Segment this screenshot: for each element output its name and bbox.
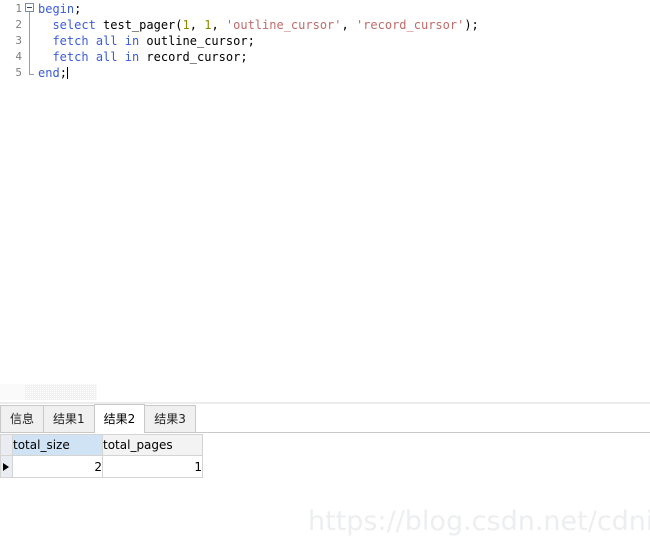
token-punc: , — [189, 18, 205, 32]
line-number: 4 — [15, 50, 22, 63]
token-punc — [38, 50, 52, 64]
code-text[interactable]: select test_pager(1, 1, 'outline_cursor'… — [38, 17, 479, 33]
fold-column[interactable] — [22, 17, 38, 33]
results-tabstrip[interactable]: 信息 结果1 结果2 结果3 — [0, 404, 650, 433]
grid-row[interactable]: 21 — [0, 455, 203, 478]
fold-guide-line — [29, 17, 30, 33]
token-punc — [38, 34, 52, 48]
token-num: 1 — [182, 18, 190, 32]
fold-column[interactable] — [22, 49, 38, 65]
result-tab[interactable]: 结果3 — [144, 405, 196, 432]
text-caret — [66, 67, 68, 79]
watermark-text: https://blog.csdn.net/cdnight — [308, 506, 650, 537]
fold-collapse-icon[interactable] — [25, 3, 34, 12]
grid-column-header[interactable]: total_pages — [102, 434, 203, 456]
token-punc: , — [341, 18, 356, 32]
code-text[interactable]: begin; — [38, 1, 81, 17]
fold-guide-line — [29, 49, 30, 65]
fold-guide-line — [29, 33, 30, 49]
result-tab[interactable]: 结果1 — [43, 405, 95, 432]
fold-guide-line — [29, 65, 30, 74]
line-number: 2 — [15, 18, 22, 31]
fold-column[interactable] — [22, 65, 38, 81]
grid-column-header[interactable]: total_size — [12, 434, 103, 456]
token-punc: ; — [74, 2, 82, 16]
grid-header-row: total_size total_pages — [0, 434, 203, 456]
sql-editor-pane[interactable]: 1 begin; 2 select test_pager(1, 1, 'outlin… — [0, 0, 650, 384]
token-kw: begin — [38, 2, 75, 16]
current-row-arrow-icon — [3, 462, 9, 471]
code-line[interactable]: 2 select test_pager(1, 1, 'outline_curso… — [0, 17, 650, 33]
token-kw: in — [124, 34, 140, 48]
code-text[interactable]: end; — [38, 65, 68, 81]
grid-row-header[interactable] — [0, 455, 13, 478]
token-ident: test_pager — [95, 18, 176, 32]
token-punc: ); — [464, 18, 479, 32]
grid-header: total_size total_pages — [0, 434, 203, 456]
code-line[interactable]: 1 begin; — [0, 1, 650, 17]
grid-corner-cell — [0, 434, 13, 456]
token-str: 'outline_cursor' — [225, 18, 342, 32]
code-area[interactable]: 1 begin; 2 select test_pager(1, 1, 'outlin… — [0, 0, 650, 81]
token-punc — [118, 34, 125, 48]
grid-cell[interactable]: 1 — [102, 455, 203, 478]
line-number: 5 — [15, 66, 22, 79]
pane-splitter[interactable] — [0, 384, 650, 405]
result-tab[interactable]: 信息 — [0, 405, 45, 432]
token-punc: ; — [59, 66, 67, 80]
token-kw: select — [52, 18, 96, 32]
line-number: 1 — [15, 2, 22, 15]
code-line[interactable]: 4 fetch all in record_cursor; — [0, 49, 650, 65]
token-kw: all — [95, 34, 118, 48]
result-tab-active[interactable]: 结果2 — [93, 404, 146, 433]
code-text[interactable]: fetch all in outline_cursor; — [38, 33, 255, 49]
token-kw: end — [38, 66, 60, 80]
code-line[interactable]: 5 end; — [0, 65, 650, 81]
token-punc — [89, 34, 96, 48]
line-number: 3 — [15, 34, 22, 47]
token-kw: fetch — [52, 34, 89, 48]
token-punc: ; — [240, 50, 248, 64]
token-ident: record_cursor — [139, 50, 241, 64]
token-punc — [89, 50, 96, 64]
fold-column[interactable] — [22, 1, 38, 17]
token-kw: all — [95, 50, 118, 64]
token-kw: in — [124, 50, 140, 64]
token-ident: outline_cursor — [139, 34, 248, 48]
grid-cell[interactable]: 2 — [12, 455, 103, 478]
token-str: 'record_cursor' — [355, 18, 465, 32]
token-punc: ( — [175, 18, 183, 32]
fold-column[interactable] — [22, 33, 38, 49]
token-punc: , — [211, 18, 226, 32]
code-line[interactable]: 3 fetch all in outline_cursor; — [0, 33, 650, 49]
fold-guide-elbow — [29, 74, 34, 75]
token-punc — [118, 50, 125, 64]
splitter-grip[interactable] — [25, 384, 97, 400]
token-kw: fetch — [52, 50, 89, 64]
splitter-left-pad — [0, 384, 25, 400]
grid-body: 21 — [0, 455, 203, 478]
token-punc: ; — [247, 34, 255, 48]
code-text[interactable]: fetch all in record_cursor; — [38, 49, 248, 65]
results-grid[interactable]: total_size total_pages 21 — [0, 434, 203, 478]
token-punc — [38, 18, 52, 32]
